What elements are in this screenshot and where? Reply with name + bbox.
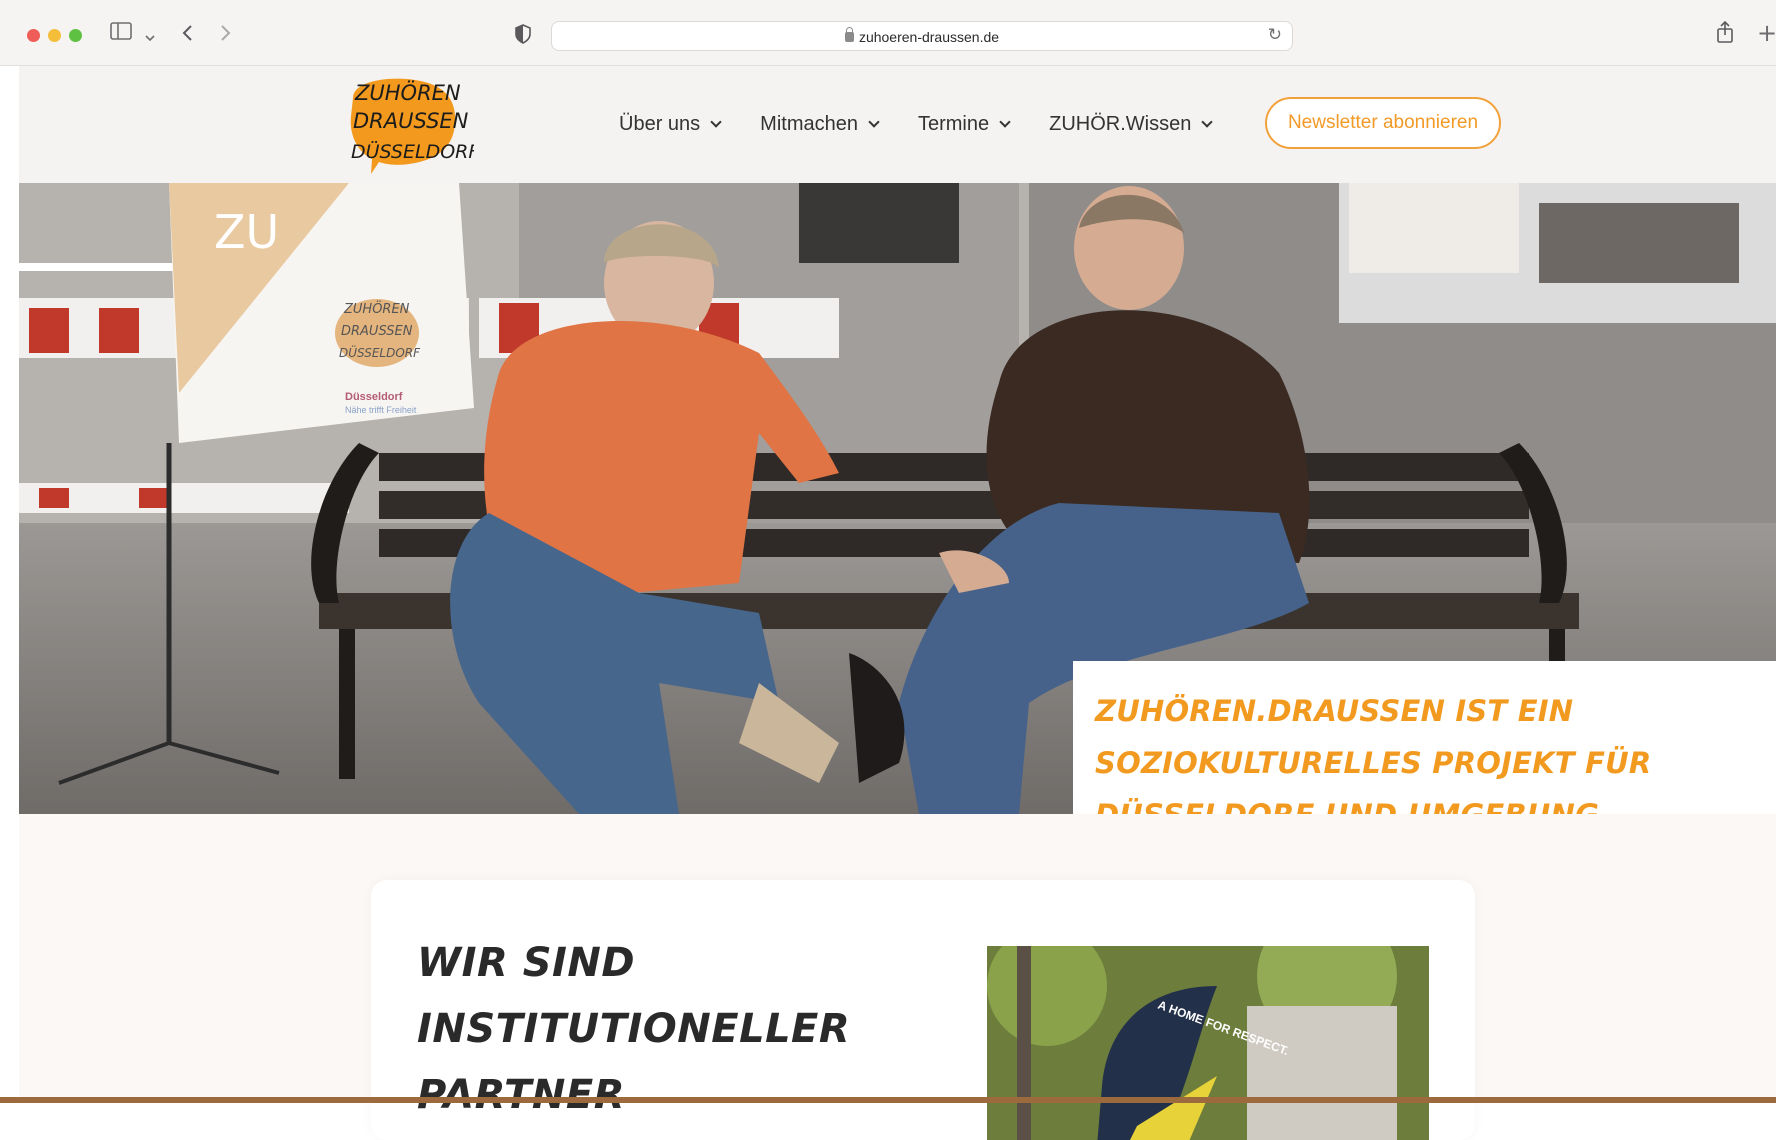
partner-heading-line: institutioneller <box>417 1006 851 1052</box>
sidebar-icon[interactable] <box>110 22 132 48</box>
nav-item-mitmachen[interactable]: Mitmachen <box>760 113 880 136</box>
lock-icon <box>844 27 854 42</box>
back-icon[interactable] <box>181 24 193 50</box>
content-section: Wir sind institutioneller Partner A HOME… <box>19 814 1776 1140</box>
browser-toolbar: zuhoeren-draussen.de ↻ + <box>0 0 1776 66</box>
logo-line-2: DRAUSSEN <box>353 109 469 133</box>
flag-text: ZUHÖREN <box>343 300 410 317</box>
partner-heading-line: Wir sind <box>417 940 636 986</box>
flag-text: DRAUSSEN <box>341 324 413 339</box>
chevron-down-icon <box>868 115 880 128</box>
flag-text: DÜSSELDORF <box>339 344 421 360</box>
nav-label: Mitmachen <box>760 113 858 135</box>
hero-image: ZU ZUHÖREN DRAUSSEN DÜSSELDORF Düsseldor… <box>19 183 1776 814</box>
nav-item-termine[interactable]: Termine <box>917 113 1011 136</box>
new-tab-icon[interactable]: + <box>1757 20 1776 46</box>
nav-label: Über uns <box>619 113 701 135</box>
partner-heading-line: Partner <box>417 1072 625 1118</box>
flag-text: Düsseldorf <box>345 391 403 403</box>
zoom-window-button[interactable] <box>69 29 82 42</box>
flag-text: ZU <box>214 205 279 259</box>
reload-icon[interactable]: ↻ <box>1268 25 1282 45</box>
nav-label: ZUHÖR.Wissen <box>1049 113 1192 135</box>
close-window-button[interactable] <box>27 29 40 42</box>
nav-item-ueber-uns[interactable]: Über uns <box>619 113 722 136</box>
site-header: ZUHÖREN DRAUSSEN DÜSSELDORF Über uns Mit… <box>19 66 1776 183</box>
newsletter-button[interactable]: Newsletter abonnieren <box>1265 97 1501 149</box>
bottom-strip <box>0 1097 1776 1103</box>
partner-photo: A HOME FOR RESPECT. <box>987 946 1429 1140</box>
main-nav: Über uns Mitmachen Termine ZUHÖR.Wissen <box>619 66 1251 183</box>
nav-item-zuhoer-wissen[interactable]: ZUHÖR.Wissen <box>1049 113 1214 136</box>
chevron-down-icon[interactable] <box>145 25 155 51</box>
nav-label: Termine <box>917 113 990 135</box>
minimize-window-button[interactable] <box>48 29 61 42</box>
shield-icon[interactable] <box>515 24 531 52</box>
chevron-down-icon <box>999 115 1011 128</box>
logo-line-3: DÜSSELDORF <box>351 140 474 163</box>
hero-caption-text: Zuhören.Draussen ist ein soziokulturelle… <box>1095 694 1652 814</box>
address-bar[interactable]: zuhoeren-draussen.de ↻ <box>551 21 1293 51</box>
logo-line-1: ZUHÖREN <box>354 80 461 105</box>
chevron-down-icon <box>710 115 722 128</box>
site-logo[interactable]: ZUHÖREN DRAUSSEN DÜSSELDORF <box>339 74 480 178</box>
hero-caption: Zuhören.Draussen ist ein soziokulturelle… <box>1073 661 1776 814</box>
share-icon[interactable] <box>1716 20 1734 51</box>
chevron-down-icon <box>1201 115 1214 128</box>
flag-text: Nähe trifft Freiheit <box>345 405 417 415</box>
forward-icon[interactable] <box>220 24 232 50</box>
url-text: zuhoeren-draussen.de <box>858 29 1000 45</box>
